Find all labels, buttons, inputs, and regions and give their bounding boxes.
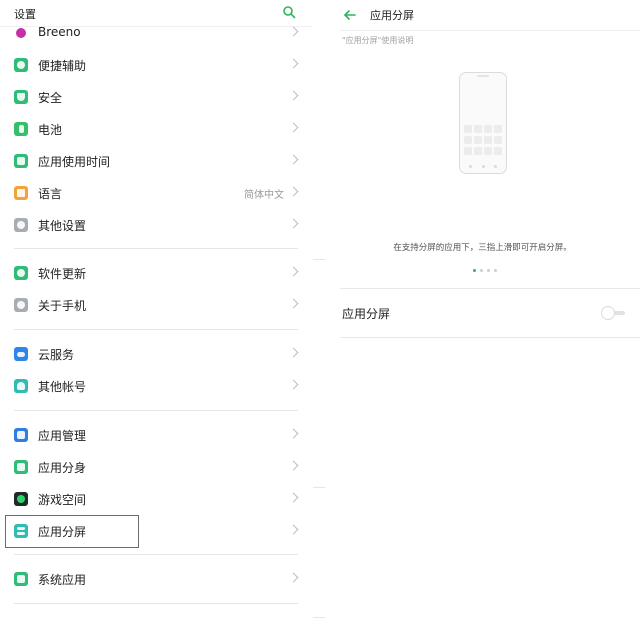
settings-item-label: 语言 xyxy=(38,187,63,201)
settings-item-label: 安全 xyxy=(38,91,63,105)
group-divider xyxy=(14,554,298,555)
settings-item-label: 应用管理 xyxy=(38,429,87,443)
accessibility-icon xyxy=(14,58,28,72)
detail-header: 应用分屏 xyxy=(325,0,640,30)
split-screen-description: 在支持分屏的应用下，三指上滑即可开启分屏。 xyxy=(393,243,572,253)
settings-item-other-settings[interactable]: 其他设置 xyxy=(0,209,312,241)
settings-item-accessibility[interactable]: 便捷辅助 xyxy=(0,49,312,81)
settings-item-app-clone[interactable]: 应用分身 xyxy=(0,451,312,483)
settings-panel: 设置 Breeno 便捷辅助 安全 电池 应用使用时间 语言 简体中文 其他设置… xyxy=(0,0,312,620)
usage-instructions-label: "应用分屏"使用说明 xyxy=(342,36,414,45)
chevron-right-icon xyxy=(288,266,299,277)
chevron-right-icon xyxy=(288,58,299,69)
chevron-right-icon xyxy=(288,347,299,358)
game-space-icon xyxy=(14,492,28,506)
settings-item-language[interactable]: 语言 简体中文 xyxy=(0,177,312,209)
settings-item-security[interactable]: 安全 xyxy=(0,81,312,113)
settings-item-label: 游戏空间 xyxy=(38,493,87,507)
app-clone-icon xyxy=(14,460,28,474)
other-settings-icon xyxy=(14,218,28,232)
page-dot[interactable] xyxy=(494,269,497,272)
battery-icon xyxy=(14,122,28,136)
settings-item-app-usage[interactable]: 应用使用时间 xyxy=(0,145,312,177)
header-divider xyxy=(340,30,640,31)
settings-item-label: 软件更新 xyxy=(38,267,87,281)
group-divider xyxy=(14,410,298,411)
settings-item-battery[interactable]: 电池 xyxy=(0,113,312,145)
detail-title: 应用分屏 xyxy=(370,9,414,22)
app-usage-icon xyxy=(14,154,28,168)
language-icon xyxy=(14,186,28,200)
software-update-icon xyxy=(14,266,28,280)
phone-dock xyxy=(469,165,497,168)
page-dot[interactable] xyxy=(487,269,490,272)
row-divider xyxy=(340,288,640,289)
account-icon xyxy=(14,379,28,393)
split-screen-detail-panel: 应用分屏 "应用分屏"使用说明 在支持分屏的应用下，三指上滑即可开启分屏。 应用… xyxy=(325,0,640,620)
settings-item-app-management[interactable]: 应用管理 xyxy=(0,419,312,451)
chevron-right-icon xyxy=(288,428,299,439)
back-arrow-icon[interactable] xyxy=(343,8,357,22)
phone-illustration xyxy=(459,72,507,174)
settings-item-software-update[interactable]: 软件更新 xyxy=(0,257,312,289)
page-dot[interactable] xyxy=(480,269,483,272)
chevron-right-icon xyxy=(288,218,299,229)
about-phone-icon xyxy=(14,298,28,312)
chevron-right-icon xyxy=(288,524,299,535)
breeno-icon xyxy=(16,28,26,38)
chevron-right-icon xyxy=(288,492,299,503)
split-screen-toggle-label: 应用分屏 xyxy=(342,307,391,321)
chevron-right-icon xyxy=(288,26,299,37)
cloud-icon xyxy=(14,347,28,361)
settings-item-label: 云服务 xyxy=(38,348,75,362)
app-management-icon xyxy=(14,428,28,442)
toggle-knob xyxy=(601,306,615,320)
phone-notch xyxy=(477,75,489,77)
group-divider xyxy=(14,603,298,604)
settings-item-label: 便捷辅助 xyxy=(38,59,87,73)
settings-item-breeno[interactable]: Breeno xyxy=(0,17,312,49)
page-dot-active[interactable] xyxy=(473,269,476,272)
settings-item-label: 关于手机 xyxy=(38,299,87,313)
chevron-right-icon xyxy=(288,154,299,165)
chevron-right-icon xyxy=(288,122,299,133)
chevron-right-icon xyxy=(288,90,299,101)
language-value: 简体中文 xyxy=(244,190,284,201)
app-grid-illustration xyxy=(464,125,502,161)
settings-item-label: 应用使用时间 xyxy=(38,155,111,169)
settings-item-other-accounts[interactable]: 其他帐号 xyxy=(0,370,312,402)
settings-item-about-phone[interactable]: 关于手机 xyxy=(0,289,312,321)
settings-item-cloud[interactable]: 云服务 xyxy=(0,338,312,370)
chevron-right-icon xyxy=(288,298,299,309)
row-divider xyxy=(340,337,640,338)
chevron-right-icon xyxy=(288,186,299,197)
settings-item-system-apps[interactable]: 系统应用 xyxy=(0,563,312,595)
chevron-right-icon xyxy=(288,572,299,583)
page-indicator[interactable] xyxy=(473,269,497,273)
chevron-right-icon xyxy=(288,379,299,390)
settings-item-label: 其他设置 xyxy=(38,219,87,233)
chevron-right-icon xyxy=(288,460,299,471)
settings-item-game-space[interactable]: 游戏空间 xyxy=(0,483,312,515)
selection-highlight xyxy=(5,515,139,548)
system-apps-icon xyxy=(14,572,28,586)
settings-item-label: 应用分身 xyxy=(38,461,87,475)
split-screen-toggle[interactable] xyxy=(601,306,625,320)
settings-item-label: 电池 xyxy=(38,123,63,137)
settings-item-label: Breeno xyxy=(38,25,81,39)
shield-icon xyxy=(14,90,28,104)
group-divider xyxy=(14,329,298,330)
settings-item-label: 其他帐号 xyxy=(38,380,87,394)
group-divider xyxy=(14,248,298,249)
settings-item-label: 系统应用 xyxy=(38,573,87,587)
